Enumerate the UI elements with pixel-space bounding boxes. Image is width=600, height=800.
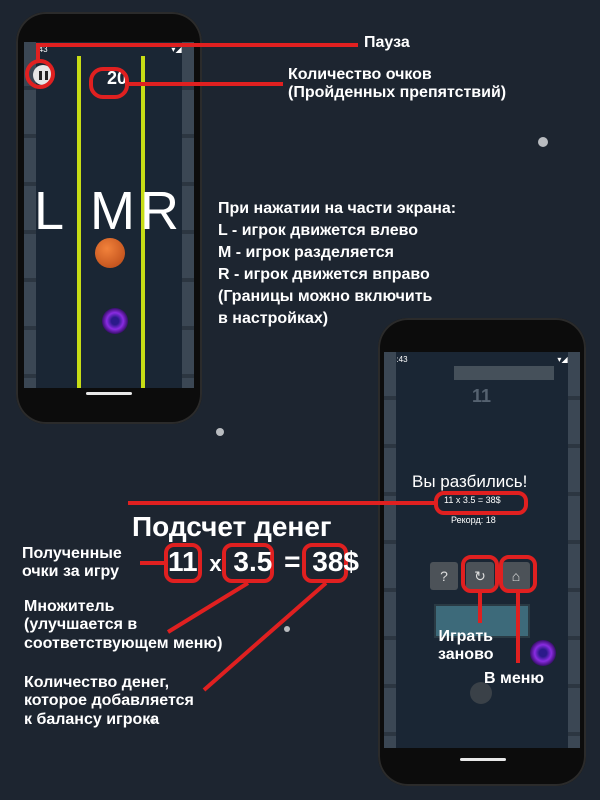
- player-ship: [102, 308, 128, 334]
- right-game-screen: 3:43 ▾◢▮ 11 Вы разбились! 11 x 3.5 = 38$…: [384, 352, 580, 748]
- zone-label-l: L: [34, 181, 65, 241]
- formula-multiplier: 3.5: [233, 546, 273, 577]
- lane-line-left: [77, 56, 81, 388]
- multiplier-label: Множитель (улучшается в соответствующем …: [24, 598, 223, 652]
- restart-connector: [478, 593, 482, 623]
- formula: 11 x 3.5 = 38$: [168, 546, 359, 578]
- background-dot: [538, 137, 548, 147]
- score-counter: 11: [472, 386, 492, 406]
- pause-label: Пауза: [364, 34, 410, 51]
- home-indicator: [86, 392, 132, 395]
- background-dot: [216, 428, 224, 436]
- planet-obstacle: [95, 238, 125, 268]
- replay-label: Играть заново: [438, 628, 494, 664]
- pause-connector-vertical: [36, 43, 40, 61]
- pause-connector: [36, 43, 358, 47]
- money-amount-label: Количество денег, которое добавляется к …: [24, 674, 194, 728]
- earned-points-label: Полученные очки за игру: [22, 545, 122, 581]
- background-dot: [284, 626, 290, 632]
- formula-times: x: [209, 551, 222, 576]
- restart-highlight: [461, 555, 499, 593]
- to-menu-label: В меню: [484, 670, 545, 687]
- obstacle-block: [454, 366, 554, 380]
- score-connector: [129, 82, 283, 86]
- crash-title: Вы разбились!: [412, 472, 528, 491]
- tap-zones-label: При нажатии на части экрана: L - игрок д…: [218, 200, 457, 328]
- right-wall: [568, 352, 580, 748]
- money-line-connector: [128, 501, 434, 505]
- help-button[interactable]: ?: [430, 562, 458, 590]
- zone-label-r: R: [140, 181, 179, 241]
- player-ship: [530, 640, 556, 666]
- pause-highlight: [25, 59, 55, 89]
- home-connector: [516, 593, 520, 663]
- record-line: Рекорд: 18: [451, 515, 496, 525]
- earned-points-connector: [140, 561, 164, 565]
- formula-points: 11: [168, 546, 198, 577]
- zone-label-m: M: [90, 181, 135, 241]
- money-title: Подсчет денег: [132, 511, 332, 542]
- home-indicator: [460, 758, 506, 761]
- right-phone: 3:43 ▾◢▮ 11 Вы разбились! 11 x 3.5 = 38$…: [378, 318, 586, 786]
- status-bar: 3:43 ▾◢▮: [384, 352, 580, 366]
- score-highlight: [89, 67, 129, 99]
- formula-equals: =: [284, 546, 301, 577]
- money-line-highlight: [434, 491, 528, 515]
- left-wall: [384, 352, 396, 748]
- score-label: Количество очков (Пройденных препятствий…: [288, 66, 507, 102]
- formula-money: 38$: [312, 546, 359, 577]
- home-highlight: [499, 555, 537, 593]
- right-wall: [182, 42, 194, 388]
